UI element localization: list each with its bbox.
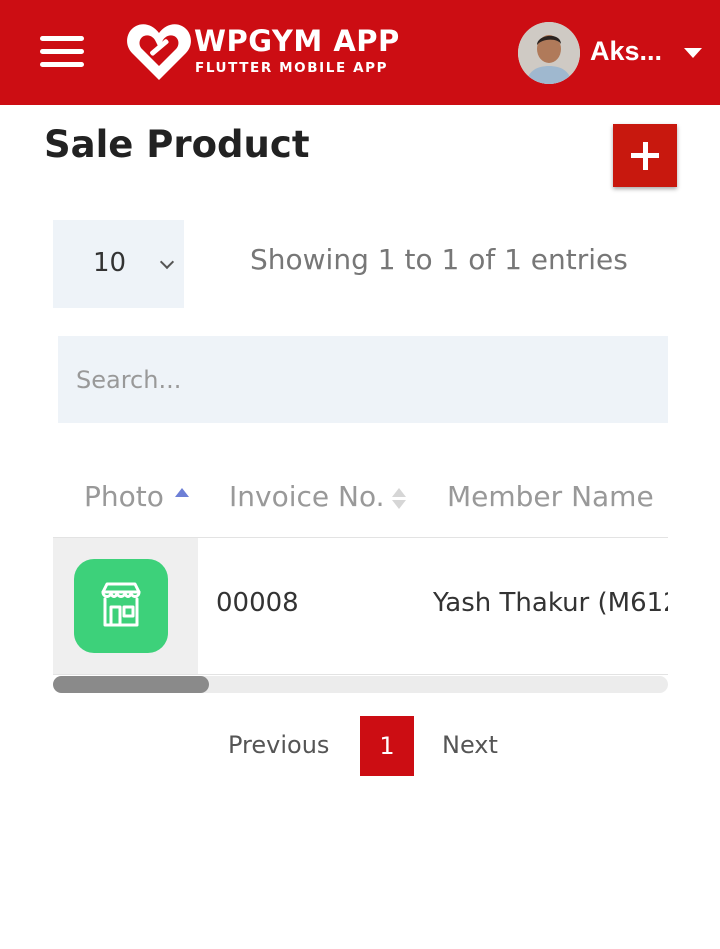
app-logo: WPGYM APP FLUTTER MOBILE APP <box>126 20 399 86</box>
table-row[interactable]: 00008 Yash Thakur (M612 <box>53 538 668 675</box>
store-icon <box>101 582 141 627</box>
add-product-button[interactable] <box>613 124 677 187</box>
user-name: Aks... <box>590 36 663 66</box>
product-photo[interactable] <box>74 559 168 653</box>
logo-subtitle: FLUTTER MOBILE APP <box>195 60 389 76</box>
photo-cell <box>53 538 198 674</box>
search-input[interactable] <box>58 336 668 423</box>
entries-info: Showing 1 to 1 of 1 entries <box>250 243 628 276</box>
invoice-number: 00008 <box>216 588 299 618</box>
menu-icon[interactable] <box>38 34 86 70</box>
sort-ascending-icon <box>175 488 189 497</box>
sort-down-icon <box>392 500 406 509</box>
column-header-photo[interactable]: Photo <box>84 480 189 513</box>
horizontal-scrollbar-thumb[interactable] <box>53 676 209 693</box>
sort-up-icon <box>392 488 406 497</box>
page-size-select[interactable]: 10 <box>53 220 184 308</box>
user-photo-icon <box>518 22 580 84</box>
pagination-previous[interactable]: Previous <box>228 731 329 759</box>
column-header-label: Photo <box>84 480 164 513</box>
pagination-next[interactable]: Next <box>442 731 498 759</box>
user-menu[interactable]: Aks... <box>518 22 710 84</box>
heart-dumbbell-logo-icon <box>127 24 191 80</box>
pagination-page-current[interactable]: 1 <box>360 716 414 776</box>
page-size-value: 10 <box>93 248 127 278</box>
caret-down-icon[interactable] <box>684 48 702 58</box>
avatar[interactable] <box>518 22 580 84</box>
page-title: Sale Product <box>44 123 310 166</box>
column-header-label: Invoice No. <box>229 480 385 513</box>
logo-title: WPGYM APP <box>194 24 400 58</box>
app-header: WPGYM APP FLUTTER MOBILE APP Aks... <box>0 0 720 105</box>
member-name: Yash Thakur (M612 <box>433 588 668 618</box>
column-header-member-name[interactable]: Member Name <box>447 480 668 513</box>
column-header-label: Member Name <box>447 480 654 513</box>
chevron-down-icon <box>159 254 175 270</box>
column-header-invoice[interactable]: Invoice No. <box>229 480 406 513</box>
